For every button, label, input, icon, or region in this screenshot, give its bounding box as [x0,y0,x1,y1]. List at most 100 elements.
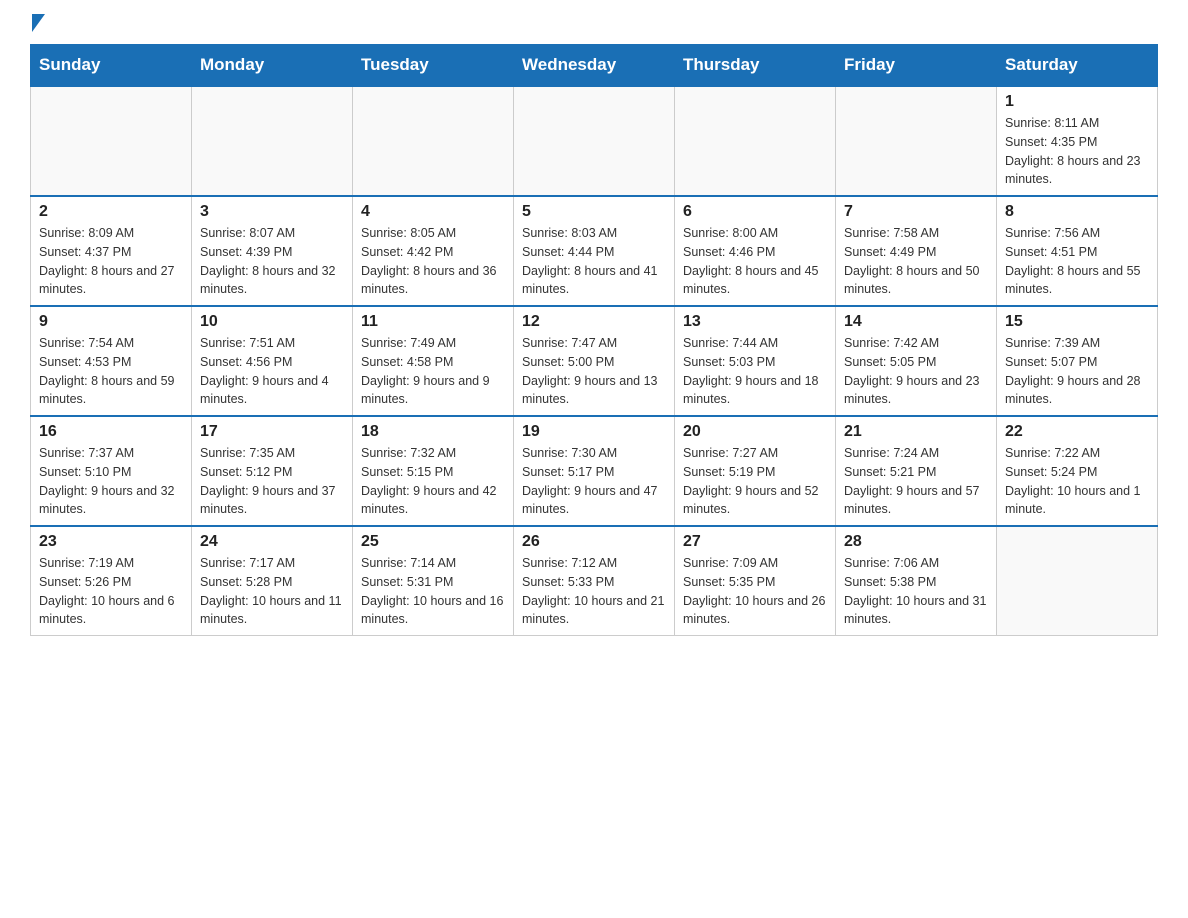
calendar-cell [192,86,353,196]
day-info: Sunrise: 7:56 AM Sunset: 4:51 PM Dayligh… [1005,224,1149,299]
calendar-cell [675,86,836,196]
day-info: Sunrise: 8:00 AM Sunset: 4:46 PM Dayligh… [683,224,827,299]
calendar-cell: 15 Sunrise: 7:39 AM Sunset: 5:07 PM Dayli… [997,306,1158,416]
day-info: Sunrise: 7:14 AM Sunset: 5:31 PM Dayligh… [361,554,505,629]
day-number: 16 [39,423,183,441]
calendar-cell: 10 Sunrise: 7:51 AM Sunset: 4:56 PM Dayli… [192,306,353,416]
day-number: 14 [844,313,988,331]
day-info: Sunrise: 7:06 AM Sunset: 5:38 PM Dayligh… [844,554,988,629]
calendar-cell: 8 Sunrise: 7:56 AM Sunset: 4:51 PM Daylig… [997,196,1158,306]
day-number: 12 [522,313,666,331]
calendar-cell: 18Sunrise: 7:32 AM Sunset: 5:15 PM Dayli… [353,416,514,526]
day-of-week-header: Sunday [31,45,192,87]
calendar-table: SundayMondayTuesdayWednesdayThursdayFrid… [30,44,1158,636]
calendar-week-row: 23 Sunrise: 7:19 AM Sunset: 5:26 PM Dayli… [31,526,1158,636]
day-info: Sunrise: 7:24 AM Sunset: 5:21 PM Dayligh… [844,444,988,519]
day-number: 6 [683,203,827,221]
day-info: Sunrise: 7:54 AM Sunset: 4:53 PM Dayligh… [39,334,183,409]
day-number: 27 [683,533,827,551]
day-number: 4 [361,203,505,221]
day-info: Sunrise: 7:09 AM Sunset: 5:35 PM Dayligh… [683,554,827,629]
day-number: 10 [200,313,344,331]
calendar-cell: 4 Sunrise: 8:05 AM Sunset: 4:42 PM Daylig… [353,196,514,306]
day-number: 13 [683,313,827,331]
day-info: Sunrise: 7:42 AM Sunset: 5:05 PM Dayligh… [844,334,988,409]
day-number: 9 [39,313,183,331]
day-info: Sunrise: 7:37 AM Sunset: 5:10 PM Dayligh… [39,444,183,519]
calendar-cell: 1 Sunrise: 8:11 AM Sunset: 4:35 PM Daylig… [997,86,1158,196]
calendar-cell [836,86,997,196]
calendar-cell: 26 Sunrise: 7:12 AM Sunset: 5:33 PM Dayli… [514,526,675,636]
day-number: 21 [844,423,988,441]
day-info: Sunrise: 7:32 AM Sunset: 5:15 PM Dayligh… [361,444,505,519]
day-of-week-header: Thursday [675,45,836,87]
day-info: Sunrise: 7:27 AM Sunset: 5:19 PM Dayligh… [683,444,827,519]
day-info: Sunrise: 8:09 AM Sunset: 4:37 PM Dayligh… [39,224,183,299]
day-number: 2 [39,203,183,221]
calendar-cell: 28 Sunrise: 7:06 AM Sunset: 5:38 PM Dayli… [836,526,997,636]
calendar-cell: 6 Sunrise: 8:00 AM Sunset: 4:46 PM Daylig… [675,196,836,306]
calendar-week-row: 2 Sunrise: 8:09 AM Sunset: 4:37 PM Daylig… [31,196,1158,306]
day-number: 19 [522,423,666,441]
day-info: Sunrise: 8:05 AM Sunset: 4:42 PM Dayligh… [361,224,505,299]
calendar-cell: 12 Sunrise: 7:47 AM Sunset: 5:00 PM Dayli… [514,306,675,416]
calendar-cell: 9 Sunrise: 7:54 AM Sunset: 4:53 PM Daylig… [31,306,192,416]
logo-arrow-icon [32,14,45,32]
calendar-cell: 19 Sunrise: 7:30 AM Sunset: 5:17 PM Dayli… [514,416,675,526]
calendar-cell: 7 Sunrise: 7:58 AM Sunset: 4:49 PM Daylig… [836,196,997,306]
day-number: 28 [844,533,988,551]
logo [30,20,45,34]
day-of-week-header: Saturday [997,45,1158,87]
calendar-cell: 17 Sunrise: 7:35 AM Sunset: 5:12 PM Dayli… [192,416,353,526]
day-info: Sunrise: 8:07 AM Sunset: 4:39 PM Dayligh… [200,224,344,299]
day-of-week-header: Tuesday [353,45,514,87]
calendar-week-row: 9 Sunrise: 7:54 AM Sunset: 4:53 PM Daylig… [31,306,1158,416]
day-info: Sunrise: 7:47 AM Sunset: 5:00 PM Dayligh… [522,334,666,409]
calendar-cell: 27 Sunrise: 7:09 AM Sunset: 5:35 PM Dayli… [675,526,836,636]
calendar-header-row: SundayMondayTuesdayWednesdayThursdayFrid… [31,45,1158,87]
day-number: 26 [522,533,666,551]
calendar-cell: 5Sunrise: 8:03 AM Sunset: 4:44 PM Daylig… [514,196,675,306]
calendar-cell: 23 Sunrise: 7:19 AM Sunset: 5:26 PM Dayli… [31,526,192,636]
calendar-cell: 21 Sunrise: 7:24 AM Sunset: 5:21 PM Dayli… [836,416,997,526]
day-number: 17 [200,423,344,441]
calendar-cell: 11 Sunrise: 7:49 AM Sunset: 4:58 PM Dayli… [353,306,514,416]
calendar-cell: 3 Sunrise: 8:07 AM Sunset: 4:39 PM Daylig… [192,196,353,306]
day-info: Sunrise: 7:49 AM Sunset: 4:58 PM Dayligh… [361,334,505,409]
calendar-cell: 24Sunrise: 7:17 AM Sunset: 5:28 PM Dayli… [192,526,353,636]
day-info: Sunrise: 7:51 AM Sunset: 4:56 PM Dayligh… [200,334,344,409]
day-info: Sunrise: 7:44 AM Sunset: 5:03 PM Dayligh… [683,334,827,409]
calendar-cell [353,86,514,196]
day-number: 25 [361,533,505,551]
calendar-cell: 25 Sunrise: 7:14 AM Sunset: 5:31 PM Dayli… [353,526,514,636]
calendar-cell [997,526,1158,636]
calendar-cell [31,86,192,196]
calendar-cell: 20 Sunrise: 7:27 AM Sunset: 5:19 PM Dayli… [675,416,836,526]
calendar-cell: 13 Sunrise: 7:44 AM Sunset: 5:03 PM Dayli… [675,306,836,416]
day-number: 1 [1005,93,1149,111]
day-info: Sunrise: 8:03 AM Sunset: 4:44 PM Dayligh… [522,224,666,299]
day-number: 11 [361,313,505,331]
day-info: Sunrise: 7:58 AM Sunset: 4:49 PM Dayligh… [844,224,988,299]
calendar-week-row: 16 Sunrise: 7:37 AM Sunset: 5:10 PM Dayli… [31,416,1158,526]
day-info: Sunrise: 7:30 AM Sunset: 5:17 PM Dayligh… [522,444,666,519]
calendar-cell: 2 Sunrise: 8:09 AM Sunset: 4:37 PM Daylig… [31,196,192,306]
day-number: 23 [39,533,183,551]
calendar-cell: 16 Sunrise: 7:37 AM Sunset: 5:10 PM Dayli… [31,416,192,526]
day-info: Sunrise: 7:22 AM Sunset: 5:24 PM Dayligh… [1005,444,1149,519]
day-number: 20 [683,423,827,441]
day-number: 15 [1005,313,1149,331]
calendar-cell: 14 Sunrise: 7:42 AM Sunset: 5:05 PM Dayli… [836,306,997,416]
day-number: 24 [200,533,344,551]
day-info: Sunrise: 7:19 AM Sunset: 5:26 PM Dayligh… [39,554,183,629]
day-info: Sunrise: 7:12 AM Sunset: 5:33 PM Dayligh… [522,554,666,629]
day-number: 7 [844,203,988,221]
calendar-cell [514,86,675,196]
day-info: Sunrise: 7:35 AM Sunset: 5:12 PM Dayligh… [200,444,344,519]
day-info: Sunrise: 7:39 AM Sunset: 5:07 PM Dayligh… [1005,334,1149,409]
calendar-week-row: 1 Sunrise: 8:11 AM Sunset: 4:35 PM Daylig… [31,86,1158,196]
day-number: 8 [1005,203,1149,221]
day-info: Sunrise: 8:11 AM Sunset: 4:35 PM Dayligh… [1005,114,1149,189]
day-of-week-header: Friday [836,45,997,87]
day-number: 3 [200,203,344,221]
